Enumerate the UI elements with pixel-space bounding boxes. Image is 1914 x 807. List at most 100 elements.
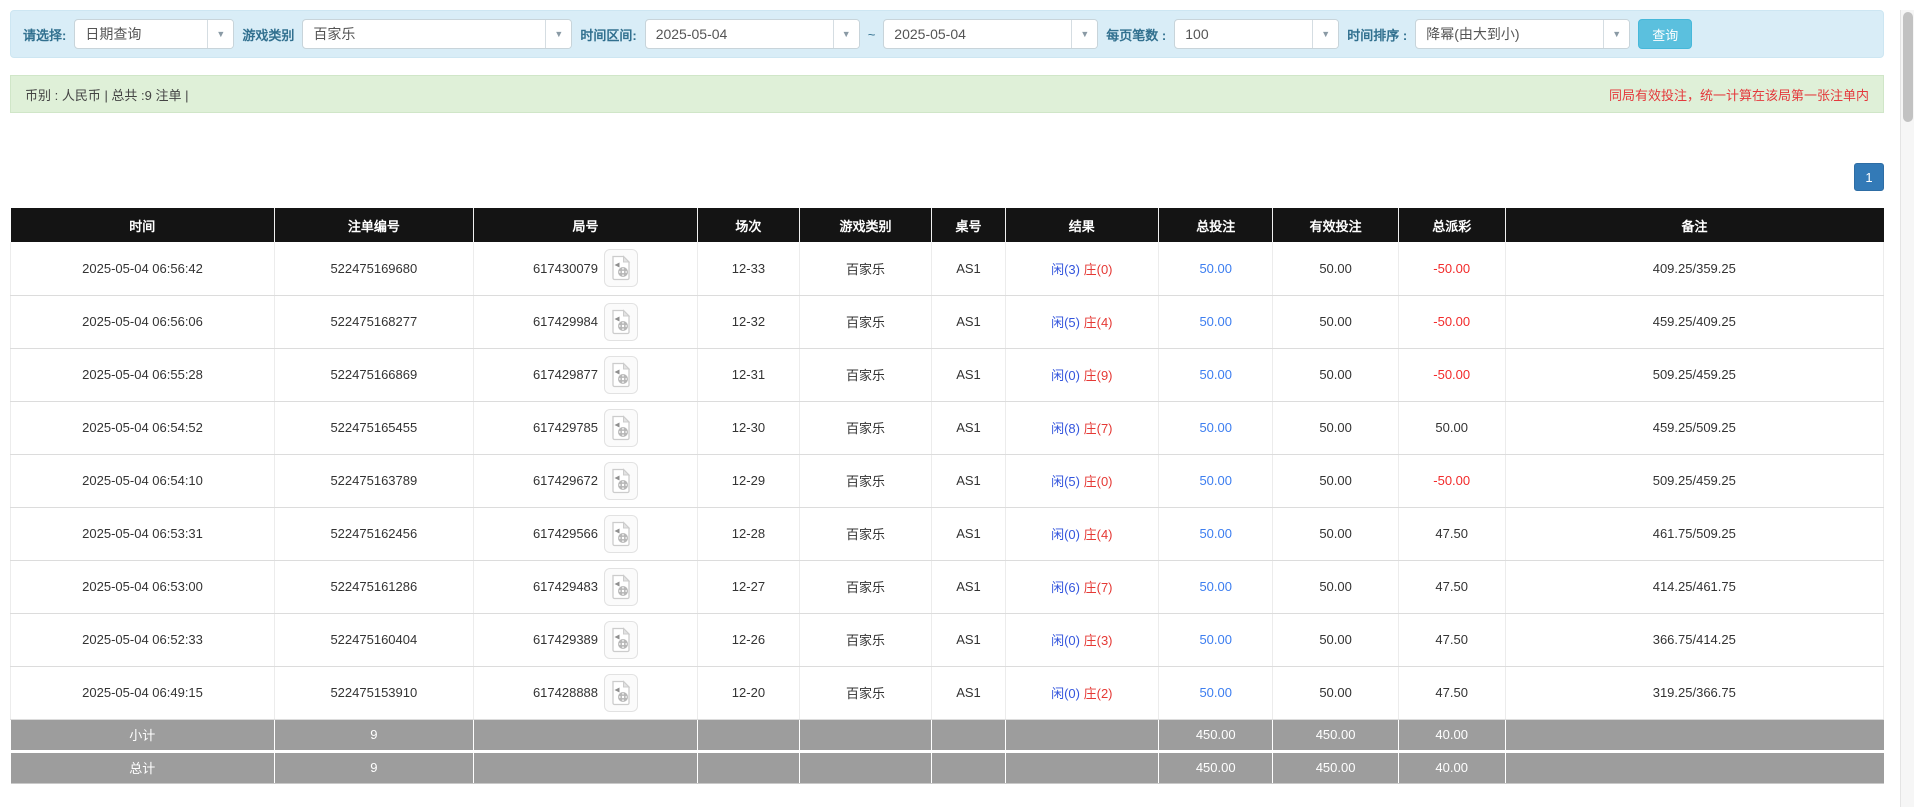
time-range-label: 时间区间: [580, 25, 636, 44]
result-banker: 庄(2) [1084, 686, 1113, 701]
grand-total-count: 9 [275, 751, 474, 783]
cell-result: 闲(5) 庄(4) [1005, 295, 1159, 348]
cell-session: 12-30 [698, 401, 799, 454]
round-number: 617429877 [533, 367, 598, 382]
table-footer: 小计 9 450.00 450.00 40.00 总计 9 450.00 450… [11, 719, 1884, 783]
video-record-icon [611, 521, 631, 547]
cell-time: 2025-05-04 06:53:00 [11, 560, 275, 613]
scrollbar-thumb[interactable] [1903, 12, 1913, 122]
video-replay-button[interactable] [604, 303, 638, 341]
col-result: 结果 [1005, 208, 1159, 242]
subtotal-count: 9 [275, 719, 474, 751]
cell-bet-no: 522475161286 [275, 560, 474, 613]
video-replay-button[interactable] [604, 356, 638, 394]
cell-result: 闲(3) 庄(0) [1005, 242, 1159, 295]
cell-bet-no: 522475163789 [275, 454, 474, 507]
cell-result: 闲(0) 庄(3) [1005, 613, 1159, 666]
cell-remark: 414.25/461.75 [1505, 560, 1883, 613]
table-row: 2025-05-04 06:54:10 522475163789 6174296… [11, 454, 1884, 507]
cell-bet-no: 522475168277 [275, 295, 474, 348]
total-bet-link[interactable]: 50.00 [1199, 367, 1232, 382]
cell-total-bet: 50.00 [1159, 613, 1273, 666]
col-game: 游戏类别 [799, 208, 932, 242]
video-replay-button[interactable] [604, 515, 638, 553]
cell-payout: 47.50 [1398, 666, 1505, 719]
grand-total-row: 总计 9 450.00 450.00 40.00 [11, 751, 1884, 783]
cell-payout: -50.00 [1398, 454, 1505, 507]
total-bet-link[interactable]: 50.00 [1199, 632, 1232, 647]
video-replay-button[interactable] [604, 568, 638, 606]
cell-remark: 509.25/459.25 [1505, 348, 1883, 401]
cell-game: 百家乐 [799, 348, 932, 401]
col-time: 时间 [11, 208, 275, 242]
cell-game: 百家乐 [799, 666, 932, 719]
video-replay-button[interactable] [604, 249, 638, 287]
total-bet-link[interactable]: 50.00 [1199, 473, 1232, 488]
cell-result: 闲(0) 庄(2) [1005, 666, 1159, 719]
time-sort-value: 降幂(由大到小) [1416, 24, 1529, 44]
date-to-select[interactable]: 2025-05-04 ▼ [883, 19, 1098, 49]
video-record-icon [611, 255, 631, 281]
subtotal-row: 小计 9 450.00 450.00 40.00 [11, 719, 1884, 751]
game-category-select[interactable]: 百家乐 ▼ [302, 19, 572, 49]
round-number: 617429672 [533, 473, 598, 488]
video-replay-button[interactable] [604, 462, 638, 500]
total-bet-link[interactable]: 50.00 [1199, 526, 1232, 541]
cell-valid-bet: 50.00 [1273, 348, 1398, 401]
col-payout: 总派彩 [1398, 208, 1505, 242]
round-number: 617429483 [533, 579, 598, 594]
bet-records-table: 时间 注单编号 局号 场次 游戏类别 桌号 结果 总投注 有效投注 总派彩 备注… [10, 208, 1884, 784]
cell-table-no: AS1 [932, 666, 1005, 719]
cell-game: 百家乐 [799, 242, 932, 295]
query-type-value: 日期查询 [75, 24, 151, 44]
cell-bet-no: 522475162456 [275, 507, 474, 560]
cell-payout: 50.00 [1398, 401, 1505, 454]
time-sort-select[interactable]: 降幂(由大到小) ▼ [1415, 19, 1630, 49]
vertical-scrollbar[interactable] [1900, 10, 1914, 807]
total-bet-link[interactable]: 50.00 [1199, 314, 1232, 329]
cell-game: 百家乐 [799, 507, 932, 560]
grand-total-label: 总计 [11, 751, 275, 783]
cell-round-no: 617429785 [473, 401, 698, 454]
round-number: 617430079 [533, 261, 598, 276]
cell-remark: 461.75/509.25 [1505, 507, 1883, 560]
cell-time: 2025-05-04 06:52:33 [11, 613, 275, 666]
per-page-select[interactable]: 100 ▼ [1174, 19, 1339, 49]
video-replay-button[interactable] [604, 621, 638, 659]
total-bet-link[interactable]: 50.00 [1199, 579, 1232, 594]
total-bet-link[interactable]: 50.00 [1199, 685, 1232, 700]
cell-round-no: 617429877 [473, 348, 698, 401]
cell-time: 2025-05-04 06:54:10 [11, 454, 275, 507]
cell-session: 12-33 [698, 242, 799, 295]
result-banker: 庄(0) [1084, 262, 1113, 277]
table-row: 2025-05-04 06:55:28 522475166869 6174298… [11, 348, 1884, 401]
col-table-no: 桌号 [932, 208, 1005, 242]
result-banker: 庄(3) [1084, 633, 1113, 648]
date-from-select[interactable]: 2025-05-04 ▼ [645, 19, 860, 49]
result-player: 闲(6) [1051, 580, 1080, 595]
chevron-down-icon: ▼ [545, 20, 571, 48]
total-bet-link[interactable]: 50.00 [1199, 420, 1232, 435]
table-row: 2025-05-04 06:53:31 522475162456 6174295… [11, 507, 1884, 560]
query-button[interactable]: 查询 [1638, 19, 1692, 49]
cell-table-no: AS1 [932, 348, 1005, 401]
page-content: 请选择: 日期查询 ▼ 游戏类别 百家乐 ▼ 时间区间: 2025-05-04 … [10, 10, 1884, 784]
result-player: 闲(0) [1051, 633, 1080, 648]
result-banker: 庄(4) [1084, 527, 1113, 542]
grand-total-total-bet: 450.00 [1159, 751, 1273, 783]
cell-table-no: AS1 [932, 295, 1005, 348]
video-replay-button[interactable] [604, 409, 638, 447]
cell-time: 2025-05-04 06:56:42 [11, 242, 275, 295]
query-type-select[interactable]: 日期查询 ▼ [74, 19, 234, 49]
video-replay-button[interactable] [604, 674, 638, 712]
currency-total-text: 币别 : 人民币 | 总共 :9 注单 | [25, 85, 189, 104]
result-player: 闲(0) [1051, 686, 1080, 701]
total-bet-link[interactable]: 50.00 [1199, 261, 1232, 276]
cell-round-no: 617429389 [473, 613, 698, 666]
summary-bar: 币别 : 人民币 | 总共 :9 注单 | 同局有效投注，统一计算在该局第一张注… [10, 75, 1884, 113]
col-valid-bet: 有效投注 [1273, 208, 1398, 242]
cell-valid-bet: 50.00 [1273, 242, 1398, 295]
cell-valid-bet: 50.00 [1273, 613, 1398, 666]
col-remark: 备注 [1505, 208, 1883, 242]
page-button-1[interactable]: 1 [1854, 163, 1884, 191]
